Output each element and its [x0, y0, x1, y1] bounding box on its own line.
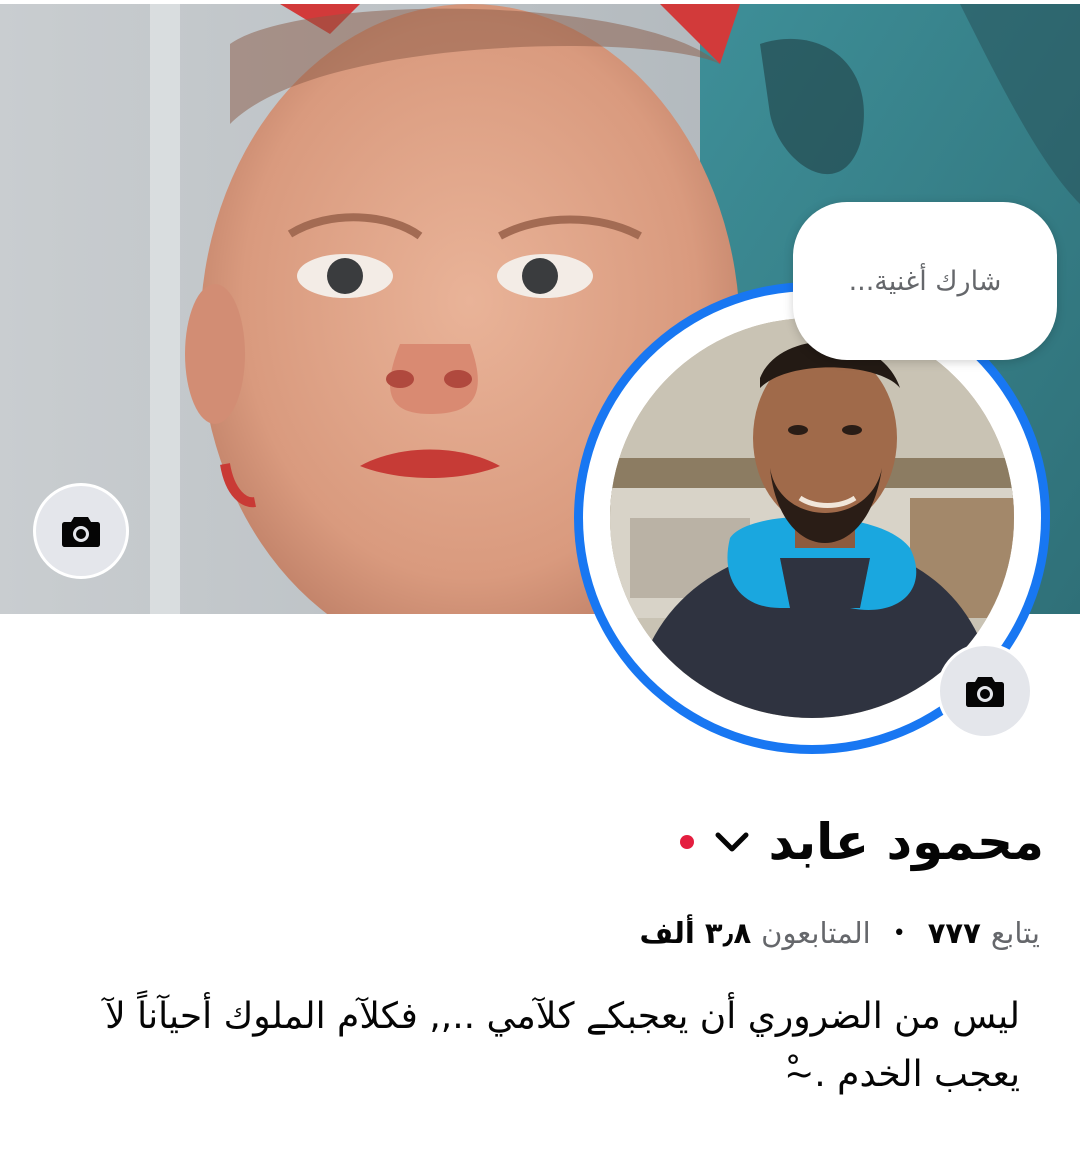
name-row: محمود عابد [680, 806, 1044, 878]
following-label[interactable]: يتابع [991, 916, 1040, 950]
stats-separator: • [892, 920, 906, 946]
status-dot [680, 835, 695, 849]
following-count[interactable]: ٧٧٧ [928, 916, 981, 950]
followers-label[interactable]: المتابعون [761, 916, 871, 950]
profile-bio: ليس من الضروري أن يعجبكے كلآمي ..,, فكلآ… [105, 996, 1020, 1095]
note-placeholder: شارك أغنية... [848, 265, 1002, 297]
profile-name: محمود عابد [768, 813, 1044, 871]
camera-icon [966, 677, 1004, 707]
profile-stats: ٣٫٨ ألف المتابعون • ٧٧٧ يتابع [639, 905, 1040, 961]
chevron-down-icon [715, 832, 749, 852]
camera-icon [62, 517, 100, 547]
profile-camera-button[interactable] [937, 643, 1033, 739]
note-bubble[interactable]: شارك أغنية... [793, 202, 1057, 360]
cover-camera-button[interactable] [33, 483, 129, 579]
profile-page: شارك أغنية... محمود عابد ٣٫٨ ألف المتابع… [0, 0, 1080, 1160]
name-dropdown-button[interactable] [710, 820, 754, 864]
followers-count[interactable]: ٣٫٨ ألف [639, 916, 751, 950]
